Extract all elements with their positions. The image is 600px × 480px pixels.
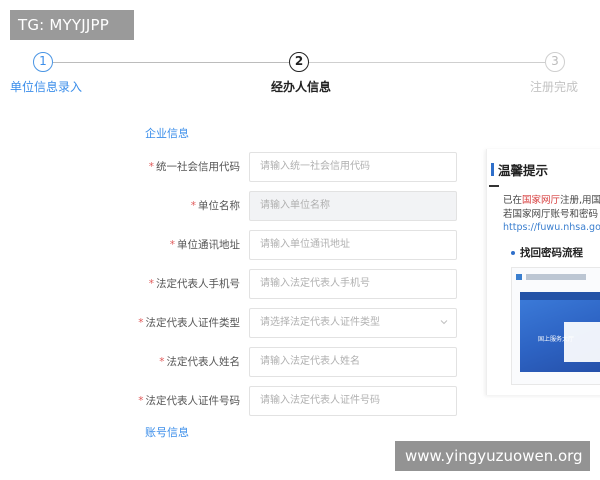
mock-nav-band <box>520 292 600 300</box>
tips-title: 温馨提示 <box>498 163 549 178</box>
bullet-icon <box>511 251 515 255</box>
field-label-text: 单位通讯地址 <box>177 239 240 251</box>
form-row-id-number: * 法定代表人证件号码 请输入法定代表人证件号码 <box>0 386 470 416</box>
legal-name-input[interactable]: 请输入法定代表人姓名 <box>249 347 457 377</box>
mock-header-bar <box>526 274 586 280</box>
tips-text-after: 注册,用国 <box>560 195 600 206</box>
mock-banner: 国上服务大厅 <box>520 292 600 372</box>
field-label: * 单位通讯地址 <box>170 230 240 260</box>
tips-underline <box>489 185 499 187</box>
field-label-text: 单位名称 <box>198 200 240 212</box>
step-2-label: 经办人信息 <box>271 80 332 94</box>
tips-subheading: 找回密码流程 <box>511 245 583 260</box>
password-flow-screenshot: 国上服务大厅 <box>511 267 600 385</box>
tips-text: 已在国家网厅注册,用国 若国家网厅账号和密码 <box>503 194 600 222</box>
required-mark: * <box>169 239 175 251</box>
field-label-text: 统一社会信用代码 <box>156 161 240 173</box>
company-name-input[interactable]: 请输入单位名称 <box>249 191 457 221</box>
step-1-label: 单位信息录入 <box>10 80 83 94</box>
tips-header: 温馨提示 <box>487 149 600 187</box>
field-label: * 法定代表人姓名 <box>159 347 240 377</box>
tips-link[interactable]: https://fuwu.nhsa.go <box>503 222 600 233</box>
id-type-select[interactable]: 请选择法定代表人证件类型 <box>249 308 457 338</box>
section-title-account: 账号信息 <box>145 426 189 439</box>
required-mark: * <box>138 395 144 407</box>
mock-logo-icon <box>516 274 522 280</box>
required-mark: * <box>148 278 154 290</box>
mock-banner-text: 国上服务大厅 <box>538 336 575 343</box>
tips-accent-bar <box>491 163 494 176</box>
form-row-credit-code: * 统一社会信用代码 请输入统一社会信用代码 <box>0 152 470 182</box>
field-label: * 法定代表人手机号 <box>149 269 240 299</box>
field-label: * 统一社会信用代码 <box>149 152 240 182</box>
step-connector-1 <box>53 62 289 63</box>
field-label-text: 法定代表人证件类型 <box>145 317 241 329</box>
credit-code-input[interactable]: 请输入统一社会信用代码 <box>249 152 457 182</box>
field-label: * 法定代表人证件号码 <box>138 386 240 416</box>
legal-phone-input[interactable]: 请输入法定代表人手机号 <box>249 269 457 299</box>
form-row-legal-name: * 法定代表人姓名 请输入法定代表人姓名 <box>0 347 470 377</box>
step-3-circle: 3 <box>545 52 565 72</box>
tips-line-2: 若国家网厅账号和密码 <box>503 209 599 220</box>
chevron-down-icon <box>440 320 448 325</box>
tips-line-1: 已在国家网厅注册,用国 <box>503 194 600 208</box>
tips-text-before: 已在 <box>503 195 523 206</box>
address-input[interactable]: 请输入单位通讯地址 <box>249 230 457 260</box>
step-3-label: 注册完成 <box>530 80 579 94</box>
field-label: * 单位名称 <box>191 191 240 221</box>
id-type-placeholder: 请选择法定代表人证件类型 <box>260 317 380 328</box>
tips-panel: 温馨提示 已在国家网厅注册,用国 若国家网厅账号和密码 https://fuwu… <box>486 149 600 395</box>
watermark-top: TG: MYYJJPP <box>10 10 134 40</box>
required-mark: * <box>138 317 144 329</box>
tips-text-highlight: 国家网厅 <box>522 195 561 206</box>
field-label-text: 法定代表人姓名 <box>166 356 241 368</box>
field-label: * 法定代表人证件类型 <box>138 308 240 338</box>
tips-subheading-text: 找回密码流程 <box>520 247 583 259</box>
required-mark: * <box>159 356 165 368</box>
id-number-input[interactable]: 请输入法定代表人证件号码 <box>249 386 457 416</box>
form-row-legal-phone: * 法定代表人手机号 请输入法定代表人手机号 <box>0 269 470 299</box>
required-mark: * <box>190 200 196 212</box>
field-label-text: 法定代表人手机号 <box>156 278 240 290</box>
required-mark: * <box>148 161 154 173</box>
registration-stepper: 1 单位信息录入 2 经办人信息 3 注册完成 <box>0 52 600 102</box>
step-1-circle: 1 <box>33 52 53 72</box>
form-row-id-type: * 法定代表人证件类型 请选择法定代表人证件类型 <box>0 308 470 338</box>
field-label-text: 法定代表人证件号码 <box>145 395 241 407</box>
step-connector-2 <box>308 62 545 63</box>
form-row-address: * 单位通讯地址 请输入单位通讯地址 <box>0 230 470 260</box>
watermark-bottom: www.yingyuzuowen.org <box>395 441 590 471</box>
step-2-circle: 2 <box>289 52 309 72</box>
form-row-company-name: * 单位名称 请输入单位名称 <box>0 191 470 221</box>
section-title-company: 企业信息 <box>145 127 189 140</box>
